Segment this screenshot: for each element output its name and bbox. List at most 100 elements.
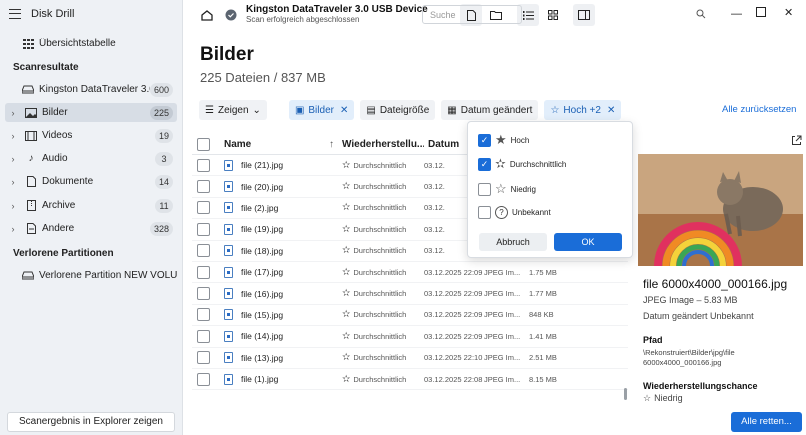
file-name-cell: file (21).jpg — [224, 159, 342, 171]
chevron-right-icon[interactable]: › — [8, 224, 18, 234]
chevron-right-icon[interactable]: › — [8, 154, 18, 164]
chevron-right-icon[interactable]: › — [8, 177, 18, 187]
scrollbar-thumb[interactable] — [624, 388, 627, 400]
type-cell: JPEG Im... — [484, 331, 521, 341]
size-cell: 1.75 MB — [529, 267, 557, 277]
recovery-cell: ✫ Durchschnittlich — [342, 331, 424, 342]
ok-button[interactable]: OK — [554, 233, 622, 251]
row-checkbox[interactable] — [197, 158, 210, 172]
sort-arrow-icon[interactable]: ↑ — [329, 139, 334, 150]
sidebar-item-audio[interactable]: › ♪ Audio 3 — [5, 149, 177, 168]
star-half-icon: ✫ — [495, 156, 506, 171]
rating-filter-label: Hoch +2 — [563, 104, 601, 116]
row-checkbox[interactable] — [197, 372, 210, 386]
grid-view-icon[interactable] — [542, 4, 564, 26]
checkbox-niedrig[interactable] — [478, 182, 491, 196]
sidebar-item-andere[interactable]: › Andere 328 — [5, 219, 177, 238]
table-row[interactable]: file (14).jpg ✫ Durchschnittlich 03.12.2025… — [192, 326, 628, 348]
table-row[interactable]: file (16).jpg ✫ Durchschnittlich 03.12.2025… — [192, 283, 628, 305]
checkbox-hoch[interactable]: ✓ — [478, 133, 491, 147]
row-checkbox[interactable] — [197, 287, 210, 301]
filesize-filter-chip[interactable]: ▤ Dateigröße — [360, 100, 436, 120]
file-name: file (16).jpg — [241, 288, 284, 299]
option-unbekannt[interactable]: ? Unbekannt — [478, 206, 551, 219]
count-badge: 328 — [149, 221, 173, 236]
sidebar-item-overview[interactable]: Übersichtstabelle — [5, 34, 177, 53]
chevron-right-icon[interactable]: › — [8, 201, 18, 211]
jpg-file-icon — [224, 309, 233, 321]
file-name-cell: file (13).jpg — [224, 352, 342, 364]
search-input[interactable]: Suche — [422, 5, 522, 24]
remove-filter-icon[interactable]: ✕ — [340, 105, 348, 116]
hamburger-menu-icon[interactable] — [9, 9, 21, 19]
file-name: file (18).jpg — [241, 245, 284, 256]
video-icon — [24, 130, 38, 142]
sidebar-item-bilder[interactable]: › Bilder 225 — [5, 103, 177, 122]
sidebar-item-videos[interactable]: › Videos 19 — [5, 126, 177, 145]
row-checkbox[interactable] — [197, 222, 210, 236]
images-filter-label: Bilder — [308, 104, 334, 116]
file-name: file (14).jpg — [241, 331, 284, 342]
show-in-explorer-button[interactable]: Scanergebnis in Explorer zeigen — [7, 412, 175, 432]
option-label: Niedrig — [510, 184, 536, 194]
row-checkbox[interactable] — [197, 180, 210, 194]
date-filter-chip[interactable]: ▦ Datum geändert — [441, 100, 539, 120]
sidebar-item-lost-partition[interactable]: Verlorene Partition NEW VOLU... — [5, 266, 177, 285]
preview-pane-icon[interactable] — [573, 4, 595, 26]
row-checkbox[interactable] — [197, 351, 210, 365]
option-niedrig[interactable]: ☆ Niedrig — [478, 181, 536, 197]
recovery-label: Durchschnittlich — [353, 310, 407, 320]
preview-date: Datum geändert Unbekannt — [643, 311, 754, 321]
open-external-icon[interactable] — [791, 135, 802, 149]
type-cell: JPEG Im... — [484, 267, 521, 277]
size-cell: 8.15 MB — [529, 374, 557, 384]
remove-filter-icon[interactable]: ✕ — [607, 105, 615, 116]
date-filter-label: Datum geändert — [460, 104, 533, 116]
recovery-cell: ✫ Durchschnittlich — [342, 202, 424, 213]
size-cell: 1.41 MB — [529, 331, 557, 341]
table-row[interactable]: file (17).jpg ✫ Durchschnittlich 03.12.2025… — [192, 262, 628, 284]
jpg-file-icon — [224, 352, 233, 364]
scan-results-heading: Scanresultate — [13, 62, 79, 73]
recovery-label: Durchschnittlich — [353, 224, 407, 234]
sidebar-item-archive[interactable]: › Archive 11 — [5, 196, 177, 215]
recovery-cell: ✫ Durchschnittlich — [342, 352, 424, 363]
file-name-cell: file (18).jpg — [224, 245, 342, 257]
select-all-checkbox[interactable] — [197, 138, 210, 151]
home-icon[interactable] — [196, 4, 218, 26]
show-filter-button[interactable]: ☰ Zeigen ⌄ — [199, 100, 267, 120]
file-name: file (13).jpg — [241, 352, 284, 363]
date-cell: 03.12.2025 22:10 — [424, 353, 483, 363]
reset-all-link[interactable]: Alle zurücksetzen — [722, 104, 796, 115]
row-checkbox[interactable] — [197, 244, 210, 258]
images-filter-chip[interactable]: ▣ Bilder ✕ — [288, 100, 355, 120]
chevron-right-icon[interactable]: › — [8, 131, 18, 141]
table-row[interactable]: file (1).jpg ✫ Durchschnittlich 03.12.2025 … — [192, 369, 628, 391]
column-recovery[interactable]: Wiederherstellu... — [342, 139, 424, 150]
table-row[interactable]: file (13).jpg ✫ Durchschnittlich 03.12.2025… — [192, 348, 628, 369]
row-checkbox[interactable] — [197, 265, 210, 279]
close-icon[interactable]: ✕ — [784, 6, 793, 19]
row-checkbox[interactable] — [197, 308, 210, 322]
checkbox-durchschnittlich[interactable]: ✓ — [478, 157, 491, 171]
option-durchschnittlich[interactable]: ✓ ✫ Durchschnittlich — [478, 156, 566, 172]
question-icon: ? — [495, 206, 508, 219]
cancel-button[interactable]: Abbruch — [479, 233, 547, 251]
count-badge: 225 — [149, 105, 173, 120]
checkbox-unbekannt[interactable] — [478, 206, 491, 219]
recovery-cell: ✫ Durchschnittlich — [342, 267, 424, 278]
maximize-icon[interactable] — [756, 7, 766, 20]
table-row[interactable]: file (15).jpg ✫ Durchschnittlich 03.12.2025… — [192, 305, 628, 327]
sidebar-item-device[interactable]: Kingston DataTraveler 3.0... 600 — [5, 80, 177, 99]
row-checkbox[interactable] — [197, 329, 210, 343]
chevron-right-icon[interactable]: › — [8, 108, 18, 118]
option-hoch[interactable]: ✓ ★ Hoch — [478, 132, 529, 148]
recover-all-button[interactable]: Alle retten... — [731, 412, 802, 432]
sidebar-item-dokumente[interactable]: › Dokumente 14 — [5, 172, 177, 191]
file-name: file (20).jpg — [241, 181, 284, 192]
column-name[interactable]: Name ↑ — [224, 139, 342, 150]
file-name: file (1).jpg — [241, 374, 279, 385]
minimize-icon[interactable]: — — [731, 8, 742, 20]
rating-filter-chip[interactable]: ☆ Hoch +2 ✕ — [544, 100, 622, 120]
row-checkbox[interactable] — [197, 201, 210, 215]
